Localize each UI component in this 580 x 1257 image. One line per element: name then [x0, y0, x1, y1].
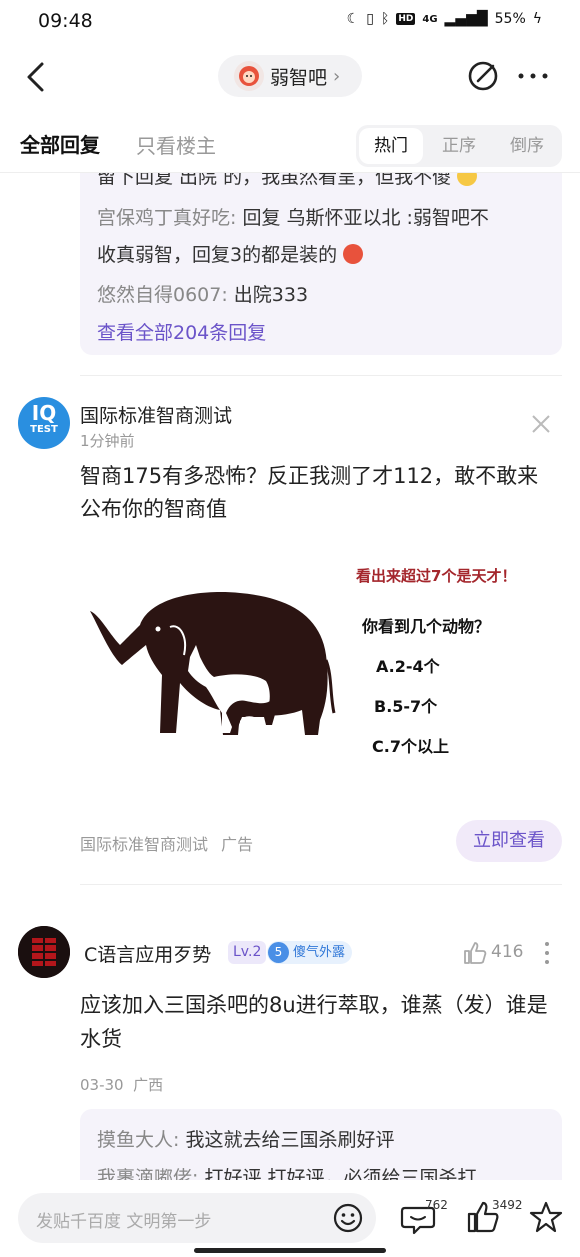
ad-option-a: A.2-4个	[376, 657, 440, 676]
view-all-replies-link[interactable]: 查看全部204条回复	[97, 318, 266, 345]
more-icon[interactable]	[516, 64, 550, 88]
tab-op-only[interactable]: 只看楼主	[136, 130, 216, 159]
status-icons: ☾ ▯ ᛒ HD 4G ▂▄▆█ 55% ϟ	[347, 11, 542, 27]
chevron-right-icon: ›	[333, 65, 341, 87]
battery-text: 55%	[494, 11, 526, 27]
reply-input-placeholder: 发贴千百度 文明第一步	[36, 1212, 212, 1232]
animal-silhouette-illustration	[90, 592, 336, 735]
moon-icon: ☾	[346, 11, 360, 27]
reply-line[interactable]: 摸鱼大人: 我这就去给三国杀刷好评	[97, 1125, 394, 1152]
tab-all-replies[interactable]: 全部回复	[20, 129, 100, 158]
reply-line[interactable]: 悠然自得0607: 出院333	[97, 280, 308, 307]
forum-logo-icon	[234, 61, 264, 91]
like-total-count: 3492	[492, 1198, 523, 1212]
reply-preview-box: 留下回复 出院 的，我虽然看呈，但我不傻 宫保鸡丁真好吃: 回复 乌斯怀亚以北 …	[80, 150, 562, 355]
comment-username[interactable]: C语言应用歹势	[84, 940, 211, 967]
sort-hot[interactable]: 热门	[359, 128, 423, 164]
charging-icon: ϟ	[532, 11, 542, 27]
back-icon[interactable]	[22, 60, 52, 94]
thumbs-up-icon[interactable]	[462, 940, 488, 966]
comment-text[interactable]: 应该加入三国杀吧的8u进行萃取，谁蒸（发）谁是水货	[80, 988, 560, 1056]
ad-text[interactable]: 智商175有多恐怖？反正我测了才112，敢不敢来公布你的智商值	[80, 460, 558, 526]
iq-test-logo[interactable]: IQ TEST	[18, 397, 70, 449]
comment-count: 762	[425, 1198, 448, 1212]
ad-source: 国际标准智商测试	[80, 835, 209, 854]
status-bar: 09:48 ☾ ▯ ᛒ HD 4G ▂▄▆█ 55% ϟ	[0, 0, 580, 44]
ad-time: 1分钟前	[80, 432, 135, 450]
sort-toggle: 热门 正序 倒序	[356, 125, 562, 167]
home-indicator[interactable]	[194, 1248, 386, 1253]
reply-user[interactable]: 悠然自得0607:	[97, 284, 228, 306]
close-icon[interactable]	[530, 413, 552, 435]
ad-image-question: 你看到几个动物？	[362, 617, 491, 636]
divider	[80, 884, 562, 885]
divider	[80, 375, 562, 376]
star-icon[interactable]	[528, 1200, 564, 1234]
reply-line-cont: 收真弱智，回复3的都是装的	[97, 240, 364, 267]
reply-input[interactable]: 发贴千百度 文明第一步	[18, 1193, 376, 1243]
ad-image[interactable]: 看出来超过7个是天才！ 你看到几个动物？ A.2-4个 B.5-7个 C.7个以…	[80, 545, 562, 797]
ad-option-b: B.5-7个	[374, 697, 438, 716]
level-badge: Lv.2	[228, 941, 267, 964]
sort-ascending[interactable]: 正序	[425, 125, 493, 167]
signal-icon: ▂▄▆█	[444, 11, 488, 27]
more-vertical-icon[interactable]	[542, 940, 552, 966]
ad-image-headline: 看出来超过7个是天才！	[356, 567, 517, 585]
vibrate-icon: ▯	[366, 11, 374, 27]
reply-line[interactable]: 宫保鸡丁真好吃: 回复 乌斯怀亚以北 :弱智吧不	[97, 203, 489, 230]
title-badge: 5 傻气外露	[267, 941, 353, 964]
hd-icon: HD	[396, 13, 416, 25]
view-now-button[interactable]: 立即查看	[456, 820, 562, 862]
compose-icon[interactable]	[466, 59, 500, 93]
angry-emoji-icon	[343, 244, 364, 264]
sort-descending[interactable]: 倒序	[493, 125, 561, 167]
bluetooth-icon: ᛒ	[380, 11, 390, 27]
reply-user[interactable]: 宫保鸡丁真好吃:	[97, 207, 236, 229]
emoji-icon[interactable]	[332, 1202, 364, 1234]
like-count: 416	[491, 942, 524, 962]
ad-label: 广告	[221, 835, 254, 854]
comment-meta: 03-30 广西	[80, 1076, 164, 1094]
divider	[0, 172, 580, 173]
avatar[interactable]	[18, 926, 70, 978]
forum-pill[interactable]: 弱智吧 ›	[218, 55, 362, 97]
network-label: 4G	[422, 13, 438, 25]
forum-name: 弱智吧	[270, 66, 328, 89]
ad-option-c: C.7个以上	[372, 737, 449, 756]
status-time: 09:48	[38, 10, 93, 32]
ad-account-name[interactable]: 国际标准智商测试	[80, 401, 232, 428]
